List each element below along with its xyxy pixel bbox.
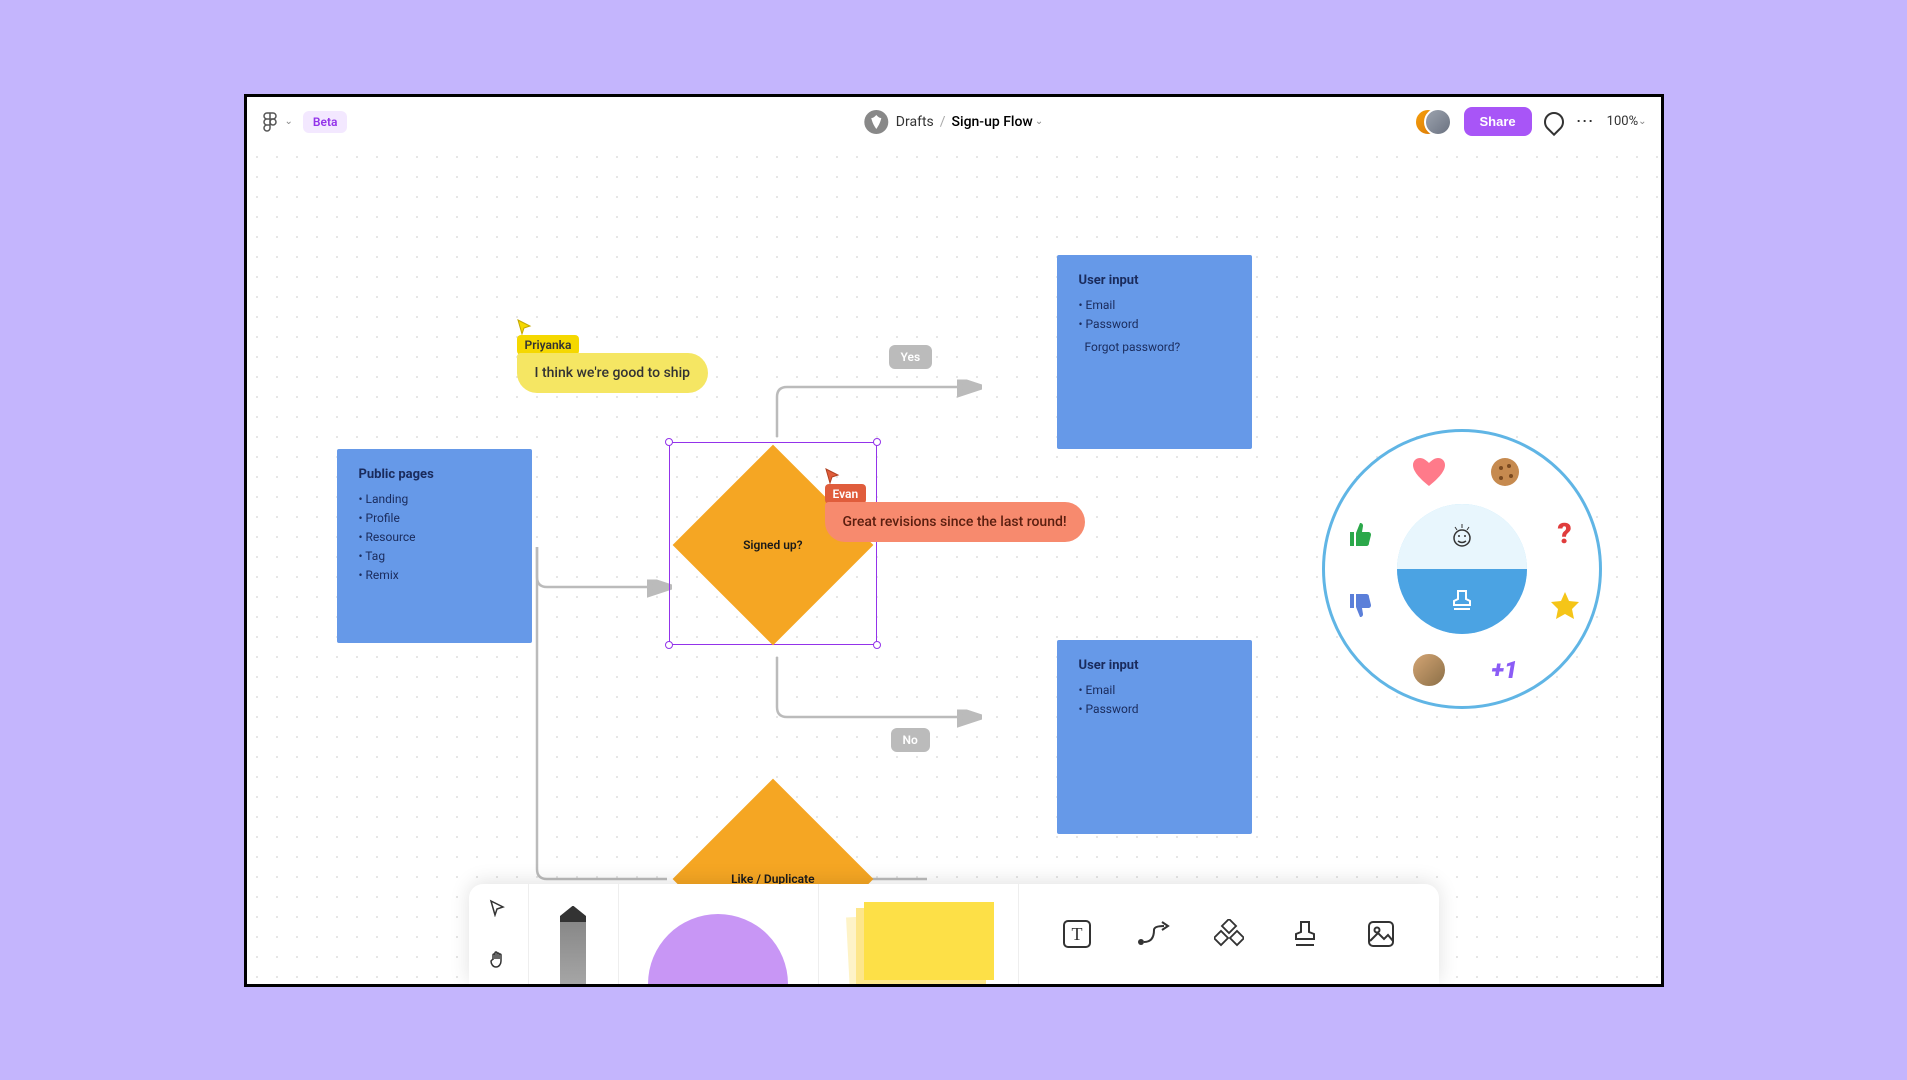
avatar[interactable]: [1424, 108, 1452, 136]
node-title: Public pages: [359, 467, 510, 482]
breadcrumb-separator: /: [940, 114, 946, 130]
list-item: Tag: [359, 547, 510, 566]
thumbs-up-icon[interactable]: [1337, 512, 1381, 556]
pencil-icon: [560, 906, 586, 984]
avatar-icon[interactable]: [1407, 648, 1451, 692]
bottom-toolbar: T: [469, 884, 1439, 984]
node-label: Signed up?: [743, 538, 803, 552]
list-item: Password: [1079, 315, 1230, 334]
cursor-icon: [825, 468, 841, 484]
list-item: Password: [1079, 700, 1230, 719]
cursor-evan: Evan Great revisions since the last roun…: [825, 468, 1085, 542]
team-icon: [864, 110, 888, 134]
sticky-note-icon: [848, 902, 988, 984]
smiley-icon[interactable]: [1397, 504, 1527, 569]
chevron-down-icon[interactable]: ⌄: [285, 116, 293, 127]
wheel-center[interactable]: [1397, 504, 1527, 634]
topbar-right: Share ⋯ 100% ⌄: [1414, 107, 1647, 136]
cursor-message: I think we're good to ship: [517, 353, 709, 393]
beta-badge: Beta: [303, 111, 348, 133]
connector-tool-icon[interactable]: [1131, 912, 1175, 956]
stamp-icon[interactable]: [1397, 569, 1527, 634]
canvas[interactable]: Public pages Landing Profile Resource Ta…: [247, 147, 1661, 984]
toolbar-pencil[interactable]: [529, 884, 619, 984]
resize-handle[interactable]: [665, 641, 673, 649]
edge-label-yes: Yes: [889, 345, 933, 369]
circle-shape-icon: [648, 914, 788, 984]
cursor-message: Great revisions since the last round!: [825, 502, 1085, 542]
share-button[interactable]: Share: [1464, 107, 1532, 136]
question-icon[interactable]: ?: [1543, 512, 1587, 556]
resize-handle[interactable]: [873, 438, 881, 446]
text-tool-icon[interactable]: T: [1055, 912, 1099, 956]
list-item: Landing: [359, 490, 510, 509]
node-list: Landing Profile Resource Tag Remix: [359, 490, 510, 586]
toolbar-tools: T: [1019, 884, 1439, 984]
comment-icon[interactable]: [1544, 112, 1564, 132]
list-item: Profile: [359, 509, 510, 528]
resize-handle[interactable]: [665, 438, 673, 446]
toolbar-sticky[interactable]: [819, 884, 1019, 984]
breadcrumb[interactable]: Drafts / Sign-up Flow ⌄: [864, 110, 1043, 134]
stamp-tool-icon[interactable]: [1283, 912, 1327, 956]
list-item: Remix: [359, 566, 510, 585]
image-tool-icon[interactable]: [1359, 912, 1403, 956]
node-user-input-bottom[interactable]: User input Email Password: [1057, 640, 1252, 834]
figma-logo-icon[interactable]: [261, 113, 279, 131]
app-window: ⌄ Beta Drafts / Sign-up Flow ⌄ Share ⋯: [244, 94, 1664, 987]
cursor-name: Priyanka: [517, 335, 580, 355]
hand-tool-icon[interactable]: [476, 938, 520, 982]
widgets-tool-icon[interactable]: [1207, 912, 1251, 956]
topbar-left: ⌄ Beta: [261, 111, 348, 133]
cursor-icon: [517, 319, 533, 335]
node-user-input-top[interactable]: User input Email Password Forgot passwor…: [1057, 255, 1252, 449]
resize-handle[interactable]: [873, 641, 881, 649]
cookie-icon[interactable]: [1483, 450, 1527, 494]
thumbs-down-icon[interactable]: [1337, 584, 1381, 628]
zoom-level[interactable]: 100% ⌄: [1607, 114, 1647, 129]
chevron-down-icon[interactable]: ⌄: [1035, 116, 1043, 127]
node-title: User input: [1079, 658, 1230, 673]
cursor-name: Evan: [825, 484, 867, 504]
chevron-down-icon: ⌄: [1638, 116, 1646, 127]
node-title: User input: [1079, 273, 1230, 288]
list-item: Email: [1079, 681, 1230, 700]
svg-text:T: T: [1071, 924, 1082, 944]
node-list: Email Password: [1079, 296, 1230, 334]
heart-icon[interactable]: [1407, 450, 1451, 494]
cursor-priyanka: Priyanka I think we're good to ship: [517, 319, 709, 393]
node-public-pages[interactable]: Public pages Landing Profile Resource Ta…: [337, 449, 532, 643]
plus-one-icon[interactable]: +1: [1483, 648, 1527, 692]
node-extra: Forgot password?: [1085, 340, 1230, 354]
list-item: Email: [1079, 296, 1230, 315]
breadcrumb-parent[interactable]: Drafts: [896, 114, 934, 130]
select-tool-icon[interactable]: [476, 886, 520, 930]
toolbar-shape[interactable]: [619, 884, 819, 984]
topbar: ⌄ Beta Drafts / Sign-up Flow ⌄ Share ⋯: [247, 97, 1661, 147]
node-list: Email Password: [1079, 681, 1230, 719]
page-title[interactable]: Sign-up Flow: [952, 114, 1033, 130]
toolbar-section-select: [469, 884, 529, 984]
reaction-wheel[interactable]: ? +1: [1322, 429, 1602, 709]
star-icon[interactable]: [1543, 584, 1587, 628]
list-item: Resource: [359, 528, 510, 547]
edge-label-no: No: [891, 728, 930, 752]
more-icon[interactable]: ⋯: [1576, 111, 1595, 132]
